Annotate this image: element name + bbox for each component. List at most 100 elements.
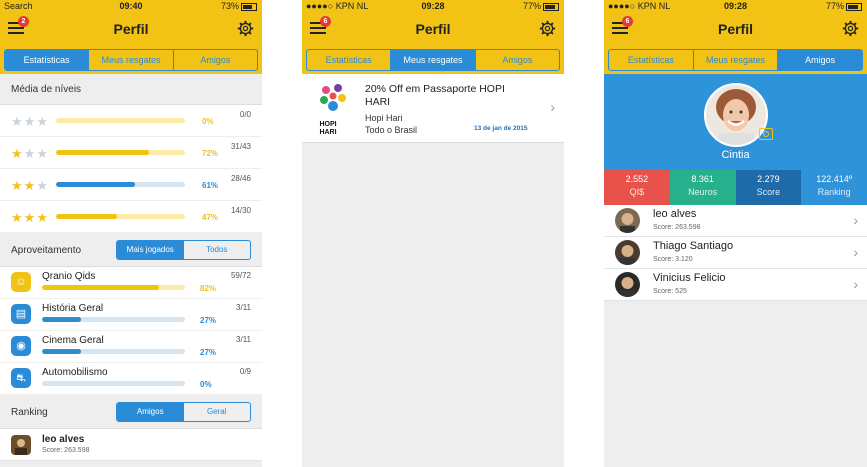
reward-region: Todo o Brasil [365,125,418,135]
level-progress-bar [56,150,185,155]
friend-name: Thiago Santiago [653,240,734,252]
battery-percent: 73% [220,1,239,11]
status-battery: 73% [221,1,257,11]
status-battery: 77% [523,1,559,11]
friend-name: leo alves [653,208,697,220]
stat-value: 2.552 [625,174,649,184]
toggle-amigos[interactable]: Amigos [117,403,184,421]
levels-section-header: Média de níveis [0,74,262,105]
category-ratio: 3/11 [236,303,251,312]
status-bar: Search 09:40 73% [0,0,262,14]
category-list: ☺ Qranio Qids 82% 59/72 ▤ História Geral 27% 3/… [0,267,262,395]
statistics-content: Média de níveis ★★★ 0% 0/0 ★★★ 72% 31/43 ★★★ 61… [0,74,262,467]
category-name: História Geral [42,303,104,314]
category-row[interactable]: ◉ Cinema Geral 27% 3/11 [0,331,262,363]
stat-label: Neuros [688,187,718,197]
tab-meus-resgates[interactable]: Meus resgates [89,50,174,70]
battery-icon [846,2,862,11]
chevron-right-icon: › [853,212,858,228]
tab-amigos[interactable]: Amigos [778,50,862,70]
camera-icon[interactable] [759,128,773,140]
nav-bar: 2 Perfil [0,14,262,44]
stat-value: 2.279 [757,174,780,184]
ranking-name: leo alves [42,434,85,445]
avatar [615,240,640,265]
screen-rewards: ●●●●○ KPN NL 09:28 77% 6 Perfil Estatíst… [302,0,564,467]
category-ratio: 3/11 [236,335,251,344]
tab-estatisticas[interactable]: Estatísticas [307,50,392,70]
level-row: ★★★ 72% 31/43 [0,137,262,169]
toggle-geral[interactable]: Geral [184,403,251,421]
rewards-content: HOPI HARI 20% Off em Passaporte HOPI HAR… [302,74,564,467]
gear-icon[interactable] [842,20,859,37]
ranking-row[interactable]: leo alves Score: 263.598 [0,429,262,461]
battery-percent: 77% [825,1,844,11]
category-progress-bar [42,381,185,386]
stat-ranking: 122.414º Ranking [801,170,867,205]
screen-friends: ●●●●○ KPN NL 09:28 77% 6 Perfil Estatíst… [604,0,867,467]
cinema-icon: ◉ [11,336,31,356]
category-name: Cinema Geral [42,335,104,346]
levels-header: Média de níveis [11,84,82,95]
level-progress-bar [56,182,185,187]
toggle-mais-jogados[interactable]: Mais jogados [117,241,184,259]
tab-meus-resgates[interactable]: Meus resgates [391,50,476,70]
friend-row[interactable]: Vinicius Felicio Score: 525 › [604,269,867,301]
profile-header: Cintia [604,74,867,170]
tab-estatisticas[interactable]: Estatísticas [609,50,694,70]
level-ratio: 0/0 [239,110,251,119]
toggle-todos[interactable]: Todos [184,241,251,259]
category-row[interactable]: ⛐ Automobilismo 0% 0/9 [0,363,262,395]
friend-score: Score: 525 [653,288,687,295]
level-ratio: 28/46 [230,174,251,183]
reward-date: 13 de jan de 2015 [474,125,528,132]
screen-statistics: Search 09:40 73% 2 Perfil Estatísticas M… [0,0,262,467]
gear-icon[interactable] [539,20,556,37]
ranking-score: Score: 263.598 [42,447,90,454]
tab-amigos[interactable]: Amigos [476,50,559,70]
chevron-right-icon: › [853,244,858,260]
friend-score: Score: 3.120 [653,256,693,263]
stat-qi: 2.552 QI$ [604,170,670,205]
profile-name: Cintia [721,149,750,161]
star-rating-icon: ★★★ [11,178,49,193]
logo-text: HOPI HARI [319,121,337,136]
category-row[interactable]: ☺ Qranio Qids 82% 59/72 [0,267,262,299]
hopi-hari-logo: HOPI HARI [318,82,348,136]
battery-icon [543,2,559,11]
category-percent: 27% [200,348,217,357]
stat-label: Score [756,187,781,197]
star-rating-icon: ★★★ [11,146,49,161]
friend-row[interactable]: Thiago Santiago Score: 3.120 › [604,237,867,269]
friend-row[interactable]: leo alves Score: 263.598 › [604,205,867,237]
level-progress-bar [56,214,185,219]
car-icon: ⛐ [11,368,31,388]
gear-icon[interactable] [237,20,254,37]
category-ratio: 0/9 [239,367,251,376]
category-progress-bar [42,349,185,354]
tab-meus-resgates[interactable]: Meus resgates [694,50,779,70]
friend-name: Vinicius Felicio [653,272,726,284]
category-row[interactable]: ▤ História Geral 27% 3/11 [0,299,262,331]
reward-title: 20% Off em Passaporte HOPI HARI [365,83,505,108]
category-name: Automobilismo [42,367,108,378]
stat-score: 2.279 Score [735,170,802,205]
reward-card[interactable]: HOPI HARI 20% Off em Passaporte HOPI HAR… [302,74,564,143]
category-ratio: 59/72 [230,271,251,280]
category-progress-bar [42,285,185,290]
level-ratio: 14/30 [230,206,251,215]
stat-label: QI$ [629,187,645,197]
nav-bar: 6 Perfil [302,14,564,44]
page-title: Perfil [113,21,149,37]
tab-amigos[interactable]: Amigos [174,50,257,70]
level-row: ★★★ 0% 0/0 [0,105,262,137]
star-rating-icon: ★★★ [11,210,49,225]
status-bar: ●●●●○ KPN NL 09:28 77% [302,0,564,14]
friends-list: leo alves Score: 263.598 › Thiago Santiago S… [604,205,867,301]
qids-icon: ☺ [11,272,31,292]
tab-estatisticas[interactable]: Estatísticas [5,50,90,70]
level-row: ★★★ 61% 28/46 [0,169,262,201]
stats-row: 2.552 QI$ 8.361 Neuros 2.279 Score 122.414º Ran… [604,170,867,205]
status-battery: 77% [826,1,862,11]
profile-tabs: Estatísticas Meus resgates Amigos [604,44,867,74]
